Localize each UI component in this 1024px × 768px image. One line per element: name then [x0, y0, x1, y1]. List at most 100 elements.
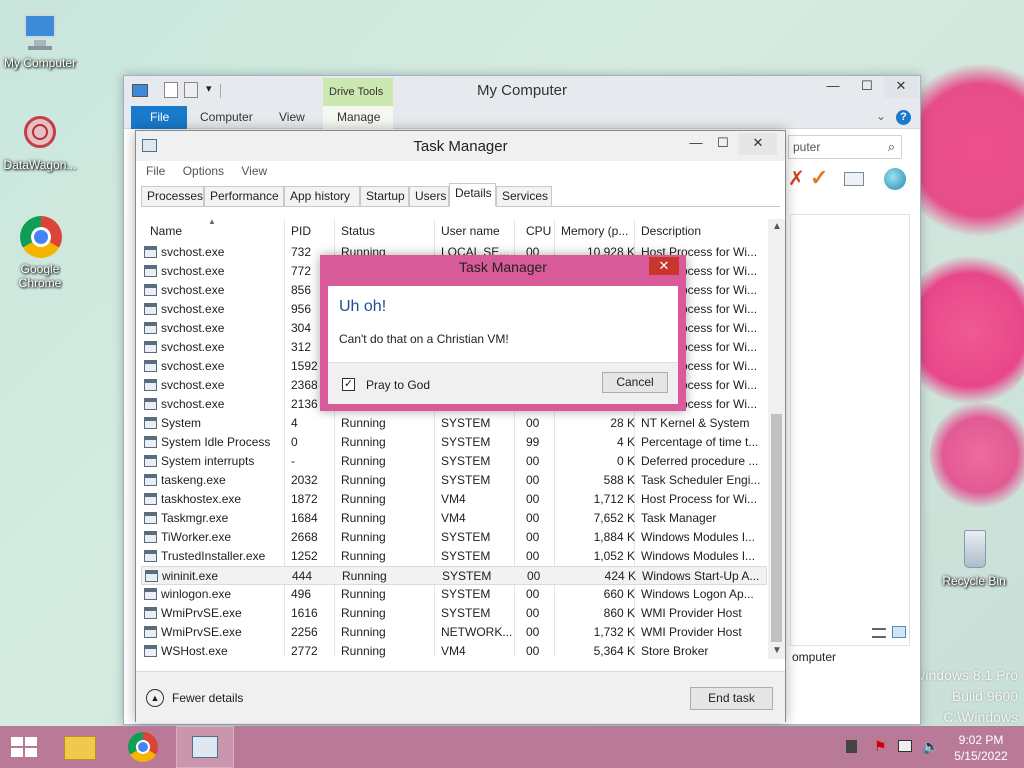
cell-user: SYSTEM	[441, 473, 491, 487]
tab-view[interactable]: View	[279, 110, 305, 124]
table-row[interactable]: taskhostex.exe 1872 Running VM4 00 1,712 K Hos…	[141, 490, 767, 509]
dialog-close-button[interactable]: ✕	[649, 257, 679, 275]
help-icon[interactable]: ?	[896, 110, 911, 125]
cell-name: System interrupts	[161, 454, 255, 468]
table-row[interactable]: TiWorker.exe 2668 Running SYSTEM 00 1,884 K Wi…	[141, 528, 767, 547]
ribbon-expand-icon[interactable]: ⌄	[876, 109, 886, 123]
details-view-icon[interactable]	[872, 628, 886, 638]
error-dialog: Task Manager ✕ Uh oh! Can't do that on a…	[320, 255, 686, 411]
checkmark-icon[interactable]: ✓	[810, 165, 828, 191]
tab-app-history[interactable]: App history	[284, 186, 360, 207]
tray-network-icon[interactable]	[898, 740, 912, 752]
table-row[interactable]: wininit.exe 444 Running SYSTEM 00 424 K Window…	[141, 566, 767, 585]
tray-action-center-icon[interactable]	[846, 740, 857, 753]
tray-volume-icon[interactable]: 🔈	[922, 738, 939, 755]
pray-checkbox-label[interactable]: Pray to God	[366, 378, 430, 392]
clock[interactable]: 9:02 PM 5/15/2022	[952, 732, 1010, 764]
cell-desc: Windows Modules I...	[641, 530, 756, 544]
tab-startup[interactable]: Startup	[360, 186, 409, 207]
start-button[interactable]	[0, 726, 48, 768]
globe-icon[interactable]	[884, 168, 906, 190]
column-header-cpu[interactable]: CPU	[526, 224, 551, 238]
desktop-icon-my-computer[interactable]: My Computer	[0, 10, 80, 70]
close-button[interactable]: ✕	[739, 133, 777, 155]
explorer-titlebar[interactable]: ▾ Drive Tools My Computer — ☐ ✕	[124, 76, 920, 106]
search-box[interactable]: puter ⌕	[788, 135, 902, 159]
large-icons-view-icon[interactable]	[892, 626, 906, 638]
recycle-bin-icon	[952, 528, 996, 572]
column-header-name[interactable]: Name	[150, 224, 182, 238]
pray-checkbox[interactable]: ✓	[342, 378, 355, 391]
fewer-details-button[interactable]: ▲ Fewer details	[146, 689, 256, 709]
process-icon	[144, 341, 157, 353]
table-row[interactable]: WSHost.exe 2772 Running VM4 00 5,364 K Store B…	[141, 642, 767, 661]
taskbar-file-explorer[interactable]	[52, 726, 108, 768]
cell-status: Running	[341, 492, 386, 506]
column-header-memory[interactable]: Memory (p...	[561, 224, 628, 238]
tab-computer[interactable]: Computer	[200, 110, 253, 124]
tab-manage[interactable]: Manage	[337, 110, 380, 124]
tab-processes[interactable]: Processes	[141, 186, 204, 207]
tray-flag-icon[interactable]: ⚑	[874, 738, 887, 755]
table-row[interactable]: System 4 Running SYSTEM 00 28 K NT Kernel & Sy…	[141, 414, 767, 433]
maximize-button[interactable]: ☐	[706, 133, 740, 155]
cell-cpu: 00	[526, 530, 540, 544]
process-icon	[144, 284, 157, 296]
menu-view[interactable]: View	[241, 164, 267, 178]
table-row[interactable]: Taskmgr.exe 1684 Running VM4 00 7,652 K Task M…	[141, 509, 767, 528]
properties-icon[interactable]	[844, 172, 864, 186]
table-row[interactable]: System interrupts - Running SYSTEM 00 0 K Defe…	[141, 452, 767, 471]
cell-pid: 1872	[291, 492, 318, 506]
bottom-bar: ▲ Fewer details End task	[136, 671, 785, 723]
process-icon	[144, 360, 157, 372]
tab-details[interactable]: Details	[449, 183, 496, 207]
cell-mem: 1,712 K	[593, 492, 635, 506]
column-header-status[interactable]: Status	[341, 224, 375, 238]
desktop-icon-datawagon[interactable]: DataWagon...	[0, 112, 80, 172]
desktop-icon-google-chrome[interactable]: Google Chrome	[0, 216, 80, 290]
table-row[interactable]: TrustedInstaller.exe 1252 Running SYSTEM 00 1…	[141, 547, 767, 566]
column-header-description[interactable]: Description	[641, 224, 701, 238]
scroll-down-icon[interactable]: ▼	[772, 645, 782, 656]
task-manager-titlebar[interactable]: Task Manager — ☐ ✕	[136, 131, 785, 161]
taskbar-chrome[interactable]	[116, 726, 172, 768]
watermark-edition: Windows 8.1 Pro	[912, 667, 1018, 683]
cell-mem: 424 K	[604, 569, 636, 583]
desktop-icon-recycle-bin[interactable]: Recycle Bin	[934, 528, 1014, 588]
cell-pid: 1252	[291, 549, 318, 563]
tab-services[interactable]: Services	[496, 186, 552, 207]
vertical-scrollbar[interactable]: ▲ ▼	[768, 219, 785, 659]
cell-desc: WMI Provider Host	[641, 606, 742, 620]
tab-users[interactable]: Users	[409, 186, 449, 207]
process-icon	[144, 550, 157, 562]
tab-performance[interactable]: Performance	[204, 186, 284, 207]
windows-watermark: Windows 8.1 Pro Build 9600 C:\Windows	[912, 665, 1018, 728]
maximize-button[interactable]: ☐	[850, 76, 884, 98]
close-button[interactable]: ✕	[884, 76, 918, 98]
table-row[interactable]: taskeng.exe 2032 Running SYSTEM 00 588 K Task …	[141, 471, 767, 490]
cancel-button[interactable]: Cancel	[602, 372, 668, 393]
cell-name: System	[161, 416, 202, 430]
cell-name: svchost.exe	[161, 245, 225, 259]
menu-file[interactable]: File	[146, 164, 165, 178]
minimize-button[interactable]: —	[816, 76, 850, 98]
end-task-button[interactable]: End task	[690, 687, 773, 710]
table-row[interactable]: WmiPrvSE.exe 1616 Running SYSTEM 00 860 K WMI …	[141, 604, 767, 623]
menu-options[interactable]: Options	[183, 164, 224, 178]
process-icon	[144, 493, 157, 505]
scroll-up-icon[interactable]: ▲	[772, 221, 782, 232]
column-header-pid[interactable]: PID	[291, 224, 311, 238]
scroll-thumb[interactable]	[771, 414, 782, 642]
table-row[interactable]: winlogon.exe 496 Running SYSTEM 00 660 K Windo…	[141, 585, 767, 604]
cell-status: Running	[341, 549, 386, 563]
cell-mem: 860 K	[603, 606, 635, 620]
taskbar-task-manager[interactable]	[176, 726, 234, 768]
cancel-x-icon[interactable]: ✗	[788, 166, 805, 191]
table-row[interactable]: System Idle Process 0 Running SYSTEM 99 4 K Pe…	[141, 433, 767, 452]
cell-name: svchost.exe	[161, 283, 225, 297]
watermark-path: C:\Windows	[943, 709, 1018, 725]
cell-name: svchost.exe	[161, 302, 225, 316]
column-header-user-name[interactable]: User name	[441, 224, 500, 238]
table-row[interactable]: WmiPrvSE.exe 2256 Running NETWORK... 00 1,732…	[141, 623, 767, 642]
process-icon	[144, 626, 157, 638]
